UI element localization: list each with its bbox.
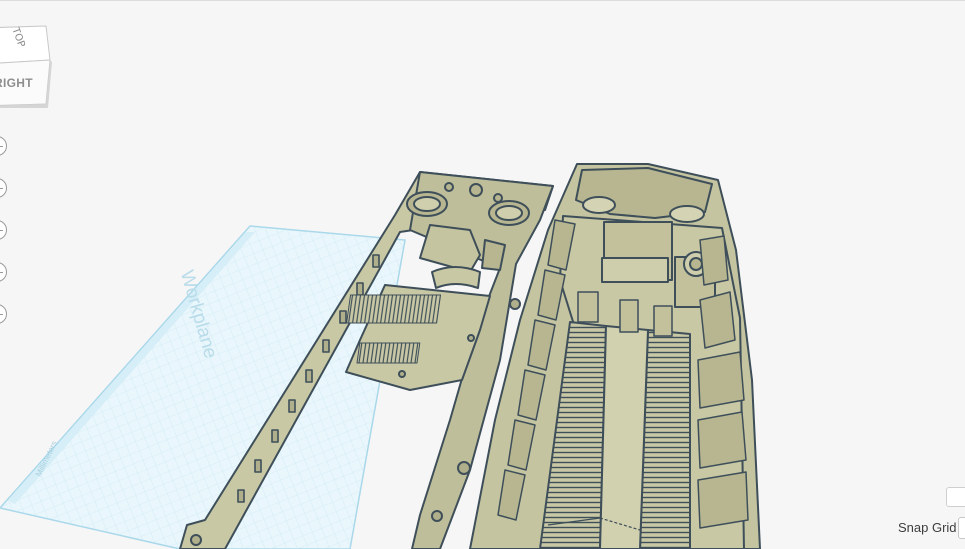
view-cube[interactable]: TOP RIGHT	[0, 22, 52, 108]
view-cube-right-label[interactable]: RIGHT	[0, 76, 33, 90]
snap-grid-label: Snap Grid	[898, 520, 957, 535]
edit-grid-button[interactable]	[946, 487, 965, 507]
workplane[interactable]	[0, 225, 406, 549]
view-cube-icon	[0, 25, 52, 108]
3d-viewport[interactable]	[0, 0, 965, 549]
snap-grid-select[interactable]	[958, 517, 965, 539]
